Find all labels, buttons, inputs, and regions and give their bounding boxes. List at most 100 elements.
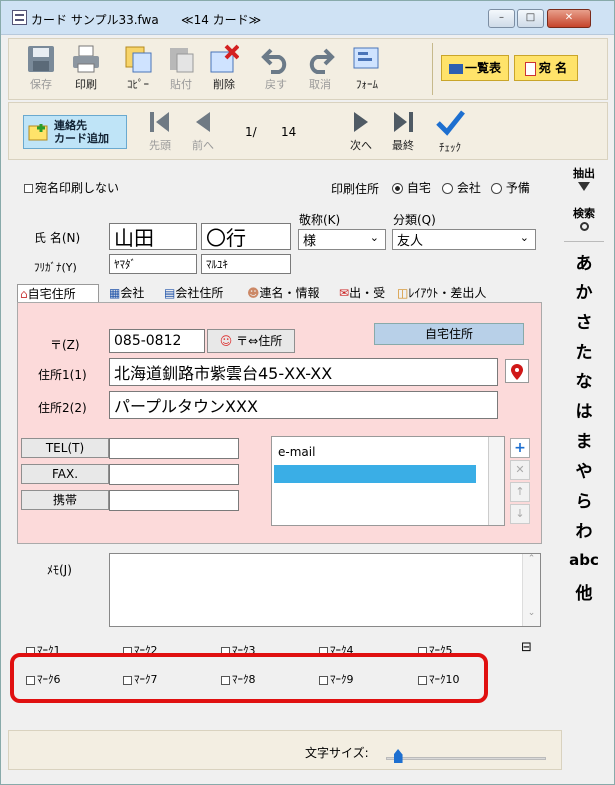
first-icon bbox=[150, 112, 169, 132]
address2-label: 住所2(2) bbox=[38, 401, 87, 415]
email-add-button[interactable]: + bbox=[510, 438, 530, 458]
list-icon bbox=[448, 63, 463, 74]
undo-icon bbox=[261, 48, 287, 74]
marks-toggle-button[interactable]: ⊟ bbox=[521, 640, 532, 655]
kana-first-field[interactable] bbox=[201, 254, 291, 274]
zip-label: 〒(Z) bbox=[50, 338, 80, 352]
font-size-slider[interactable] bbox=[386, 749, 546, 763]
search-button[interactable]: 検索 bbox=[564, 205, 604, 232]
kana-index-na[interactable]: な bbox=[564, 367, 604, 392]
tel-button[interactable]: TEL(T) bbox=[21, 438, 109, 458]
first-button[interactable]: 先頭 bbox=[144, 109, 176, 153]
extract-button[interactable]: 抽出 bbox=[564, 165, 604, 192]
mobile-button[interactable]: 携帯 bbox=[21, 490, 109, 510]
print-button[interactable]: 印刷 bbox=[69, 44, 103, 92]
email-list[interactable]: e-mail bbox=[271, 436, 505, 526]
tel-field[interactable] bbox=[109, 438, 239, 459]
mobile-field[interactable] bbox=[109, 490, 239, 511]
home-icon: ⌂ bbox=[20, 287, 28, 301]
radio-selected-icon bbox=[392, 183, 403, 194]
checkbox-box bbox=[418, 675, 427, 685]
map-pin-button[interactable] bbox=[505, 359, 529, 383]
honorific-dropdown[interactable]: 様 ⌄ bbox=[298, 229, 386, 250]
kana-index-ka[interactable]: か bbox=[564, 278, 604, 303]
kana-index-ma[interactable]: ま bbox=[564, 427, 604, 452]
no-print-checkbox[interactable]: 宛名印刷しない bbox=[24, 179, 119, 196]
add-card-icon bbox=[28, 124, 48, 141]
kana-index-sa[interactable]: さ bbox=[564, 308, 604, 333]
zip-field[interactable] bbox=[109, 329, 205, 353]
last-button[interactable]: 最終 bbox=[387, 109, 419, 153]
kana-last-field[interactable] bbox=[109, 254, 197, 274]
checkbox-box bbox=[123, 675, 132, 685]
paste-button[interactable]: 貼付 bbox=[164, 44, 198, 92]
tab-sent-received-label: 出・受 bbox=[349, 286, 386, 300]
print-option-company[interactable]: 会社 bbox=[442, 179, 481, 196]
mail-icon: ✉ bbox=[339, 286, 350, 300]
kana-index-a[interactable]: あ bbox=[564, 249, 604, 274]
first-name-field[interactable] bbox=[201, 223, 291, 250]
close-button[interactable]: ✕ bbox=[547, 9, 591, 28]
mark-10-checkbox[interactable]: ﾏｰｸ10 bbox=[418, 671, 460, 687]
zip-convert-button[interactable]: ☺ 〒⇔住所 bbox=[207, 329, 295, 353]
mark-9-checkbox[interactable]: ﾏｰｸ9 bbox=[319, 671, 354, 687]
slider-thumb[interactable] bbox=[393, 749, 403, 763]
address1-field[interactable] bbox=[109, 358, 498, 386]
copy-button[interactable]: ｺﾋﾟｰ bbox=[121, 44, 155, 92]
kana-index-wa[interactable]: わ bbox=[564, 517, 604, 542]
form-button[interactable]: ﾌｫｰﾑ bbox=[349, 44, 385, 92]
cancel-button[interactable]: 取消 bbox=[303, 44, 337, 92]
undo-button[interactable]: 戻す bbox=[259, 44, 293, 92]
kana-index-other[interactable]: 他 bbox=[564, 579, 604, 604]
prev-button[interactable]: 前へ bbox=[187, 109, 219, 153]
category-dropdown[interactable]: 友人 ⌄ bbox=[392, 229, 536, 250]
email-row-selected[interactable] bbox=[274, 465, 476, 483]
mark-8-checkbox[interactable]: ﾏｰｸ8 bbox=[221, 671, 256, 687]
maximize-button[interactable]: □ bbox=[517, 9, 544, 28]
tab-home-address[interactable]: ⌂自宅住所 bbox=[17, 284, 99, 302]
fax-field[interactable] bbox=[109, 464, 239, 485]
mark-7-checkbox[interactable]: ﾏｰｸ7 bbox=[123, 671, 158, 687]
last-name-field[interactable] bbox=[109, 223, 197, 250]
addressee-button[interactable]: 宛 名 bbox=[514, 55, 578, 81]
minimize-button[interactable]: – bbox=[488, 9, 515, 28]
mark-10-label: ﾏｰｸ10 bbox=[429, 673, 460, 686]
slider-track bbox=[386, 757, 546, 760]
fax-button[interactable]: FAX. bbox=[21, 464, 109, 484]
kana-index-ta[interactable]: た bbox=[564, 338, 604, 363]
tab-company-label: 会社 bbox=[120, 286, 145, 300]
kana-index-ha[interactable]: は bbox=[564, 397, 604, 422]
tab-company[interactable]: ▦会社 bbox=[107, 284, 146, 302]
page-total: 14 bbox=[281, 125, 297, 139]
delete-label: 削除 bbox=[213, 78, 235, 91]
tab-company-address[interactable]: ▤会社住所 bbox=[162, 284, 225, 302]
chevron-down-icon: ⌄ bbox=[369, 231, 379, 244]
tab-layout-sender[interactable]: ◫ﾚｲｱｳﾄ・差出人 bbox=[395, 284, 488, 302]
memo-textarea[interactable] bbox=[109, 553, 541, 627]
tab-joint-info[interactable]: ☻連名・情報 bbox=[245, 284, 322, 302]
kana-index-ra[interactable]: ら bbox=[564, 487, 604, 512]
mark-6-checkbox[interactable]: ﾏｰｸ6 bbox=[26, 671, 61, 687]
tab-sent-received[interactable]: ✉出・受 bbox=[337, 284, 387, 302]
address2-field[interactable] bbox=[109, 391, 498, 419]
email-scrollbar[interactable] bbox=[488, 437, 504, 525]
delete-button[interactable]: 削除 bbox=[207, 44, 241, 92]
print-option-spare-label: 予備 bbox=[505, 181, 530, 195]
check-button[interactable]: ﾁｪｯｸ bbox=[432, 109, 468, 155]
print-option-spare[interactable]: 予備 bbox=[491, 179, 530, 196]
email-down-button[interactable]: ↓ bbox=[510, 504, 530, 524]
zip-convert-label: 〒⇔住所 bbox=[236, 334, 283, 348]
email-delete-button[interactable]: ✕ bbox=[510, 460, 530, 480]
add-contact-button[interactable]: 連絡先 カード追加 bbox=[23, 115, 127, 149]
list-view-button[interactable]: 一覧表 bbox=[441, 55, 509, 81]
kana-index-abc[interactable]: abc bbox=[564, 551, 604, 569]
email-up-button[interactable]: ↑ bbox=[510, 482, 530, 502]
print-option-home[interactable]: 自宅 bbox=[392, 179, 431, 196]
next-button[interactable]: 次へ bbox=[345, 109, 377, 153]
save-button[interactable]: 保存 bbox=[24, 44, 58, 92]
memo-scrollbar[interactable]: ⌃ ⌄ bbox=[522, 554, 540, 626]
kana-index-ya[interactable]: や bbox=[564, 457, 604, 482]
next-icon bbox=[354, 112, 368, 132]
copy-label: ｺﾋﾟｰ bbox=[127, 78, 149, 91]
toolbar-separator bbox=[432, 43, 433, 95]
